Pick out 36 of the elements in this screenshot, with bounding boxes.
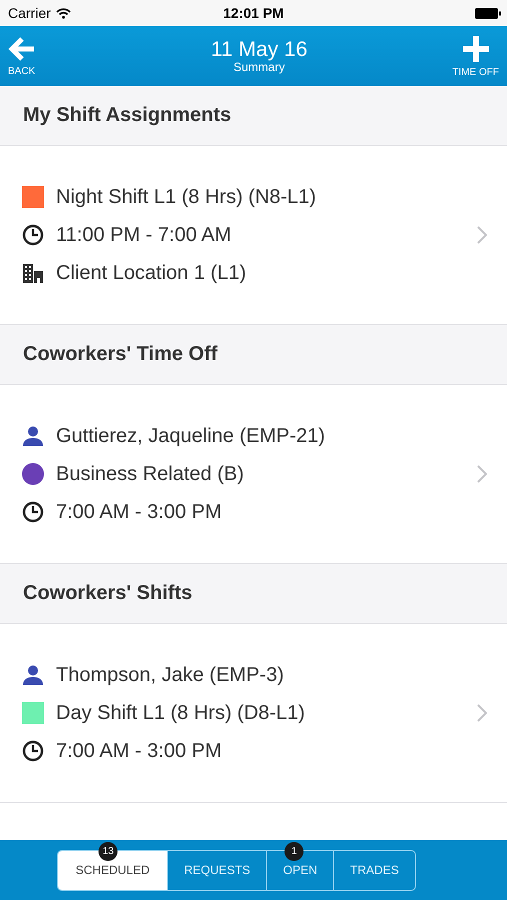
count-badge: 13	[98, 842, 118, 860]
building-icon	[22, 263, 44, 283]
clock-icon	[22, 740, 44, 762]
segment-tab[interactable]: TRADES	[333, 850, 415, 890]
chevron-icon	[477, 704, 487, 722]
detail-text: Night Shift L1 (8 Hrs) (N8-L1)	[56, 186, 316, 208]
section-title: Coworkers' Shifts	[23, 582, 192, 605]
person-icon	[22, 665, 44, 685]
section-title: My Shift Assignments	[23, 104, 232, 127]
left-arrow-icon	[8, 36, 36, 62]
detail-text: 7:00 AM - 3:00 PM	[56, 500, 222, 524]
back-button[interactable]: BACK	[8, 36, 36, 76]
summary-row[interactable]: Thompson, Jake (EMP-3) Day Shift L1 (8 Hrs) (D8-L1) 7:00 AM - 3:00 PM	[0, 624, 507, 803]
detail-text: Client Location 1 (L1)	[56, 262, 246, 284]
time-off-button[interactable]: TIME OFF	[452, 34, 499, 78]
clock-icon	[22, 501, 44, 523]
date-title: 11 May 16	[210, 38, 308, 62]
count-badge: 1	[284, 842, 304, 860]
chevron-icon	[477, 465, 487, 483]
clock-icon	[22, 224, 44, 246]
detail-text: Guttierez, Jaqueline (EMP-21)	[56, 424, 326, 448]
detail-text: Business Related (B)	[56, 462, 244, 486]
battery-icon	[475, 8, 501, 18]
person-icon	[22, 426, 44, 446]
clock-time: 12:01 PM	[223, 5, 284, 21]
carrier-name: Carrier	[8, 5, 51, 21]
segment-tab[interactable]: REQUESTS	[167, 850, 266, 890]
wifi-icon	[56, 8, 71, 18]
detail-text: 11:00 PM - 7:00 AM	[56, 224, 232, 246]
page-subtitle: Summary	[233, 60, 285, 74]
section-title: Coworkers' Time Off	[23, 343, 218, 366]
chevron-icon	[477, 226, 487, 244]
detail-text: 7:00 AM - 3:00 PM	[56, 740, 222, 762]
detail-text: Thompson, Jake (EMP-3)	[56, 664, 284, 686]
plus-icon	[462, 34, 490, 62]
detail-text: Day Shift L1 (8 Hrs) (D8-L1)	[56, 702, 305, 724]
